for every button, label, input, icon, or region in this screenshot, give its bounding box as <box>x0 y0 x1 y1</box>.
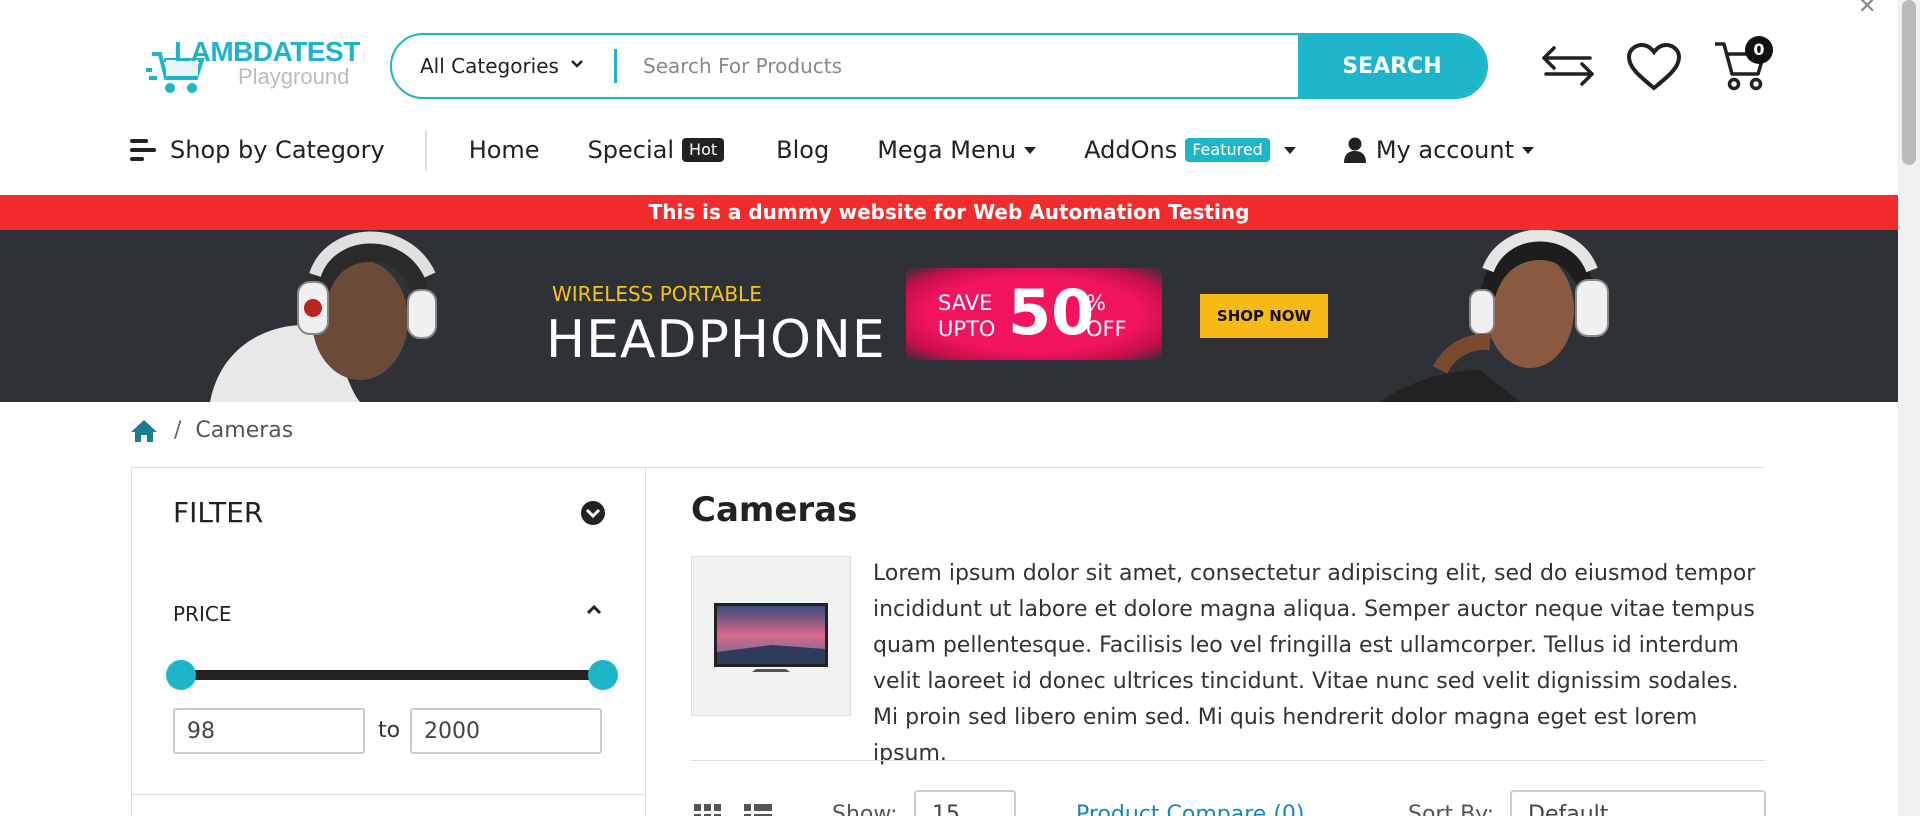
price-to-label: to <box>378 718 401 743</box>
banner-percent: 50 <box>1008 276 1095 349</box>
sort-by-label: Sort By: <box>1408 802 1495 816</box>
show-count-select[interactable]: 15 <box>914 790 1016 816</box>
breadcrumb: / Cameras <box>130 418 293 443</box>
chevron-down-icon <box>571 60 583 68</box>
cart-count-badge: 0 <box>1745 36 1773 64</box>
filter-title: FILTER <box>173 496 264 529</box>
price-min-input[interactable] <box>173 708 365 754</box>
price-max-input[interactable] <box>410 708 602 754</box>
heart-icon[interactable] <box>1626 42 1682 92</box>
featured-badge: Featured <box>1185 138 1270 162</box>
banner-percent-sign: % <box>1086 291 1106 315</box>
nav-my-account-label: My account <box>1375 136 1514 164</box>
nav-separator <box>424 130 427 170</box>
breadcrumb-current: Cameras <box>195 418 294 443</box>
category-image <box>691 556 851 716</box>
breadcrumb-separator: / <box>174 418 182 443</box>
logo[interactable]: LAMBDATEST Playground <box>146 34 366 104</box>
show-label: Show: <box>832 802 898 816</box>
price-slider-max-handle[interactable] <box>588 660 618 690</box>
show-count-value: 15 <box>932 802 960 816</box>
price-slider-track[interactable] <box>175 670 609 680</box>
shop-by-category-button[interactable]: Shop by Category <box>130 136 385 164</box>
sidebar-divider <box>132 794 645 795</box>
product-compare-link[interactable]: Product Compare (0) <box>1076 802 1304 816</box>
menu-icon <box>130 139 156 161</box>
category-description: Lorem ipsum dolor sit amet, consectetur … <box>873 561 1756 766</box>
model-left-image <box>210 231 437 402</box>
chevron-circle-down-icon[interactable] <box>580 500 606 526</box>
sort-by-select[interactable]: Default <box>1510 790 1766 816</box>
banner-off-label: OFF <box>1086 317 1127 341</box>
notice-bar: This is a dummy website for Web Automati… <box>0 195 1898 230</box>
search-category-label: All Categories <box>420 54 559 78</box>
banner-title: HEADPHONE <box>546 310 886 370</box>
logo-sub: Playground <box>238 64 350 89</box>
nav-my-account[interactable]: My account <box>1343 136 1534 164</box>
grid-view-icon[interactable] <box>694 804 722 816</box>
nav-home[interactable]: Home <box>469 136 540 164</box>
chevron-up-icon[interactable] <box>586 604 602 616</box>
banner-off-text: % OFF <box>1086 290 1127 342</box>
list-view-icon[interactable] <box>744 804 772 816</box>
nav-home-label: Home <box>468 136 540 164</box>
page: LAMBDATEST Playground All Categories SEA… <box>0 0 1920 816</box>
shop-now-button[interactable]: SHOP NOW <box>1200 294 1328 338</box>
nav-addons[interactable]: AddOns Featured <box>1084 136 1296 164</box>
banner-save-line2: UPTO <box>938 317 996 341</box>
price-filter-title: PRICE <box>173 602 232 626</box>
nav-blog-label: Blog <box>776 136 830 164</box>
banner-save-text: SAVE UPTO <box>938 290 995 342</box>
nav-mega-menu-label: Mega Menu <box>877 136 1017 164</box>
main-nav: Shop by Category Home Special Hot Blog M… <box>130 128 1534 172</box>
page-scrollbar-thumb[interactable] <box>1902 0 1916 165</box>
nav-mega-menu[interactable]: Mega Menu <box>877 136 1037 164</box>
home-icon[interactable] <box>130 419 158 443</box>
search-button[interactable]: SEARCH <box>1298 35 1486 97</box>
search-bar: All Categories SEARCH <box>390 33 1488 99</box>
compare-icon[interactable] <box>1540 44 1596 88</box>
close-icon[interactable]: ✕ <box>1858 0 1876 19</box>
nav-special[interactable]: Special Hot <box>588 136 725 164</box>
tv-image <box>714 603 828 672</box>
banner-subtitle: WIRELESS PORTABLE <box>552 282 762 306</box>
caret-down-icon <box>1522 146 1534 154</box>
caret-down-icon <box>1024 146 1037 154</box>
filter-sidebar: FILTER PRICE to <box>131 467 646 816</box>
content-divider-2 <box>691 760 1765 761</box>
search-input[interactable] <box>617 35 1298 97</box>
banner-save-line1: SAVE <box>938 291 993 315</box>
user-icon <box>1343 137 1366 163</box>
price-slider-min-handle[interactable] <box>166 660 196 690</box>
search-category-select[interactable]: All Categories <box>392 35 614 97</box>
caret-down-icon <box>1283 146 1296 154</box>
banner-sale-badge: SAVE UPTO 50 % OFF <box>906 268 1162 360</box>
category-title: Cameras <box>691 490 858 530</box>
content-divider <box>646 467 1764 468</box>
sort-by-value: Default <box>1528 802 1609 816</box>
model-right-image <box>1380 230 1609 402</box>
nav-addons-label: AddOns <box>1084 136 1178 164</box>
nav-blog[interactable]: Blog <box>776 136 829 164</box>
hot-badge: Hot <box>682 138 725 162</box>
shop-by-category-label: Shop by Category <box>170 136 385 164</box>
promo-banner[interactable]: WIRELESS PORTABLE HEADPHONE SAVE UPTO 50… <box>0 230 1898 402</box>
nav-special-label: Special <box>587 136 675 164</box>
